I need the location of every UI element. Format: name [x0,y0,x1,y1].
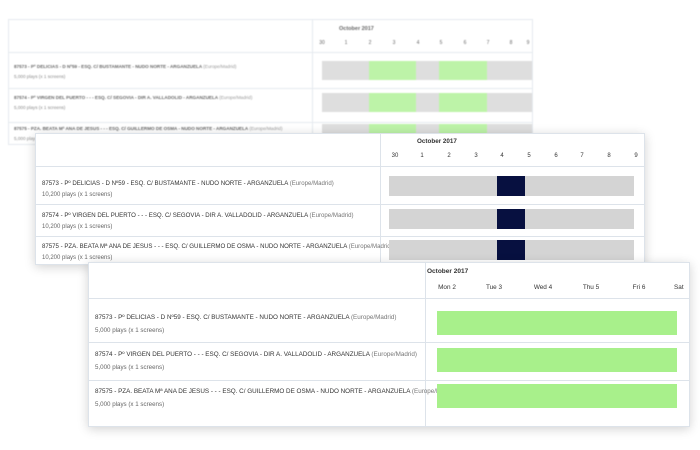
scheduled-segment[interactable] [439,61,487,80]
day-tick: 4 [416,40,420,46]
plays-count: 5,000 plays (x 1 screens) [95,327,165,334]
timeline-bar[interactable] [437,311,677,335]
timeline-bar[interactable] [322,93,532,112]
plays-count: 5,000 plays (x 1 screens) [14,105,66,110]
timezone: (Europe/Madrid) [309,212,354,219]
day-tick: 1 [420,153,424,159]
plays-count: 10,200 plays (x 1 screens) [42,255,113,261]
timeline-bar[interactable] [437,384,677,408]
scheduled-segment[interactable] [497,240,525,260]
screen-name: 87573 - Pº DELICIAS - D Nº59 - ESQ. C/ B… [95,314,350,321]
screen-name: 87574 - Pº VIRGEN DEL PUERTO - - - ESQ. … [95,351,370,358]
day-tick: Fri 6 [632,284,646,291]
timeline-bar[interactable] [437,348,677,372]
row-title: 87575 - PZA. BEATA Mª ANA DE JESUS - - -… [42,243,393,250]
day-tick: Thu 5 [582,284,600,291]
schedule-card-2: October 2017 30 1 2 3 4 5 6 7 8 9 87573 … [35,133,645,265]
screen-name: 87574 - Pº VIRGEN DEL PUERTO - - - ESQ. … [42,212,308,219]
day-ticks: Mon 2 Tue 3 Wed 4 Thu 5 Fri 6 Sat [89,284,689,294]
scheduled-segment[interactable] [497,209,525,229]
day-tick: 30 [391,153,399,159]
timeline-bar[interactable] [389,209,634,229]
row-title: 87575 - PZA. BEATA Mª ANA DE JESUS - - -… [95,388,457,395]
timezone: (Europe/Madrid) [203,64,237,69]
table-row[interactable]: 87574 - Pº VIRGEN DEL PUERTO - - - ESQ. … [36,204,644,237]
screen-name: 87575 - PZA. BEATA Mª ANA DE JESUS - - -… [95,388,411,395]
table-row[interactable]: 87573 - Pº DELICIAS - D Nº59 - ESQ. C/ B… [89,298,689,343]
day-ticks: 30 1 2 3 4 5 6 7 8 9 [9,40,532,50]
day-tick: 2 [368,40,372,46]
day-tick: 9 [526,40,530,46]
schedule-card-1: October 2017 30 1 2 3 4 5 6 7 8 9 87573 … [8,19,533,145]
scheduled-segment[interactable] [439,93,487,112]
row-title: 87574 - Pº VIRGEN DEL PUERTO - - - ESQ. … [14,95,252,100]
screen-name: 87573 - Pº DELICIAS - D Nº59 - ESQ. C/ B… [42,180,288,187]
day-tick: 7 [580,153,584,159]
plays-count: 5,000 plays (x 1 screens) [95,364,165,371]
screen-name: 87575 - PZA. BEATA Mª ANA DE JESUS - - -… [42,243,347,250]
table-row[interactable]: 87575 - PZA. BEATA Mª ANA DE JESUS - - -… [89,380,689,426]
timezone: (Europe/Madrid) [289,180,334,187]
month-label: October 2017 [339,26,374,32]
timeline-bar[interactable] [389,176,634,196]
row-title: 87574 - Pº VIRGEN DEL PUERTO - - - ESQ. … [42,212,354,219]
day-tick: 6 [463,40,467,46]
day-tick: 7 [486,40,490,46]
day-ticks: 30 1 2 3 4 5 6 7 8 9 [36,153,644,163]
day-tick: 5 [527,153,531,159]
calendar-header: October 2017 30 1 2 3 4 5 6 7 8 9 [36,134,644,167]
table-row[interactable]: 87573 - Pº DELICIAS - D Nº59 - ESQ. C/ B… [36,166,644,205]
timezone: (Europe/Madrid) [350,314,397,321]
day-tick: 3 [474,153,478,159]
row-title: 87574 - Pº VIRGEN DEL PUERTO - - - ESQ. … [95,351,417,358]
calendar-header: October 2017 Mon 2 Tue 3 Wed 4 Thu 5 Fri… [89,263,689,299]
day-tick: 2 [447,153,451,159]
day-tick: Mon 2 [438,284,456,291]
row-title: 87573 - Pº DELICIAS - D Nº59 - ESQ. C/ B… [95,314,396,321]
timezone: (Europe/Madrid) [348,243,393,250]
plays-count: 5,000 plays (x 1 screens) [14,74,66,79]
table-row[interactable]: 87573 - Pº DELICIAS - D Nº59 - ESQ. C/ B… [9,52,532,89]
day-tick: Sat [674,284,684,291]
table-row[interactable]: 87574 - Pº VIRGEN DEL PUERTO - - - ESQ. … [9,88,532,123]
calendar-header: October 2017 30 1 2 3 4 5 6 7 8 9 [9,20,532,53]
timezone: (Europe/Madrid) [249,126,283,131]
screen-name: 87575 - PZA. BEATA Mª ANA DE JESUS - - -… [14,126,249,131]
schedule-card-3: October 2017 Mon 2 Tue 3 Wed 4 Thu 5 Fri… [88,262,690,427]
day-tick: 4 [500,153,504,159]
day-tick: 5 [439,40,443,46]
day-tick: 6 [554,153,558,159]
timezone: (Europe/Madrid) [219,95,253,100]
plays-count: 5,000 plays (x 1 screens) [95,401,165,408]
row-title: 87573 - Pº DELICIAS - D Nº59 - ESQ. C/ B… [42,180,334,187]
table-row[interactable]: 87575 - PZA. BEATA Mª ANA DE JESUS - - -… [36,236,644,264]
row-title: 87575 - PZA. BEATA Mª ANA DE JESUS - - -… [14,126,283,131]
table-row[interactable]: 87574 - Pº VIRGEN DEL PUERTO - - - ESQ. … [89,342,689,381]
plays-count: 10,200 plays (x 1 screens) [42,192,113,198]
scheduled-segment[interactable] [497,176,525,196]
screen-name: 87574 - Pº VIRGEN DEL PUERTO - - - ESQ. … [14,95,218,100]
day-tick: 9 [634,153,638,159]
day-tick: Wed 4 [533,284,553,291]
day-tick: 1 [344,40,348,46]
scheduled-segment[interactable] [369,93,416,112]
month-label: October 2017 [417,138,457,145]
timeline-bar[interactable] [389,240,634,260]
plays-count: 10,200 plays (x 1 screens) [42,224,113,230]
timeline-bar[interactable] [322,61,532,80]
timezone: (Europe/Madrid) [371,351,417,358]
day-tick: 30 [319,40,325,46]
day-tick: 8 [607,153,611,159]
day-tick: Tue 3 [485,284,503,291]
day-tick: 3 [392,40,396,46]
month-label: October 2017 [427,268,469,275]
scheduled-segment[interactable] [369,61,416,80]
row-title: 87573 - Pº DELICIAS - D Nº59 - ESQ. C/ B… [14,64,236,69]
day-tick: 8 [509,40,513,46]
screen-name: 87573 - Pº DELICIAS - D Nº59 - ESQ. C/ B… [14,64,202,69]
